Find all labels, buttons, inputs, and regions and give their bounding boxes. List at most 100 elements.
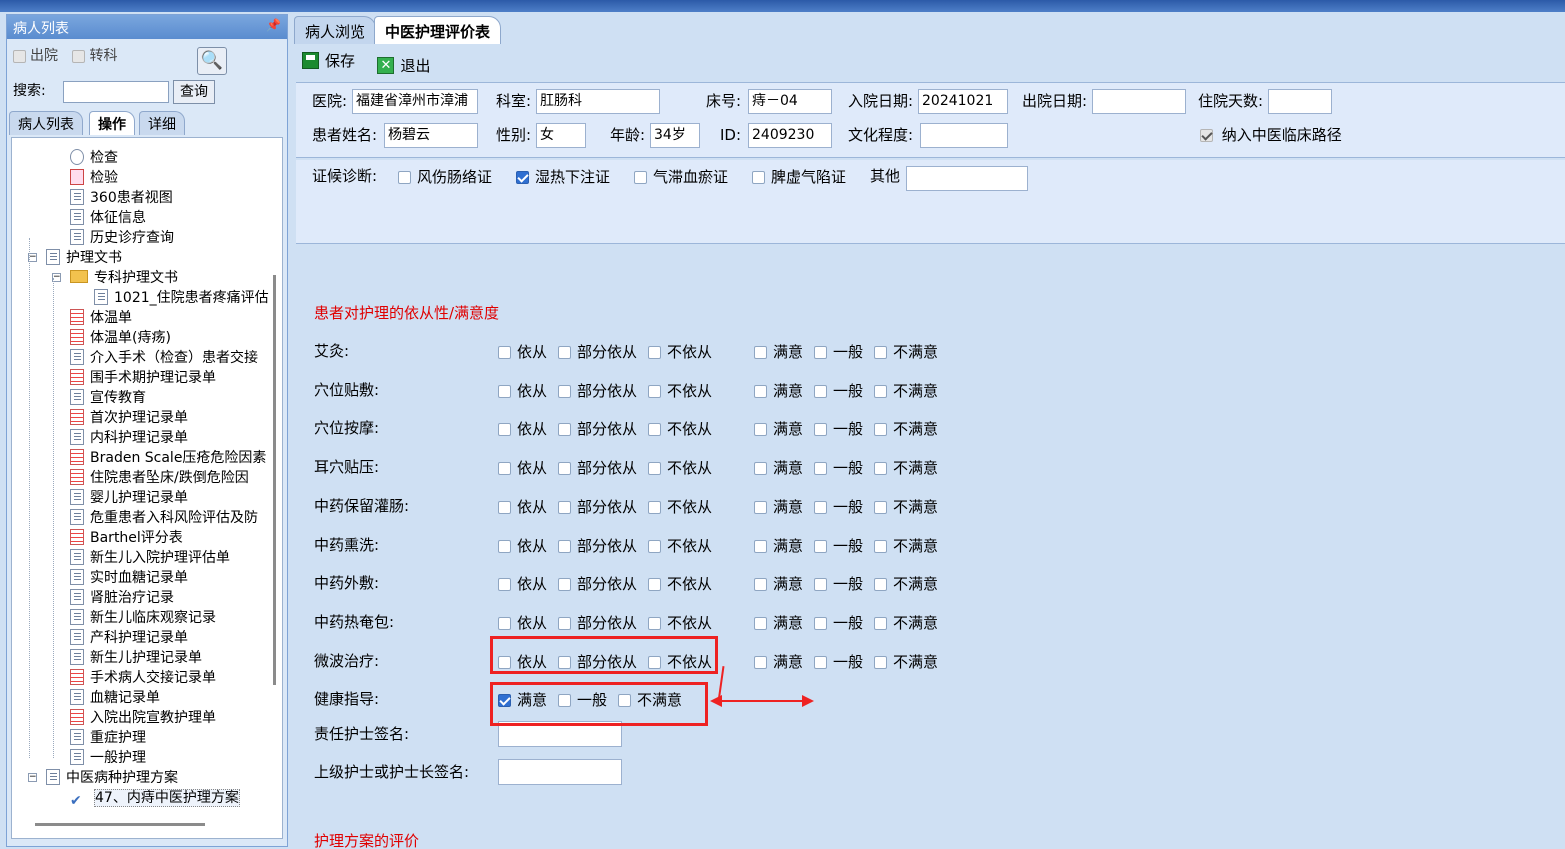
- discharged-checkbox[interactable]: [13, 49, 26, 63]
- compliance-option[interactable]: 依从: [498, 496, 547, 518]
- compliance-checkbox[interactable]: [558, 462, 571, 476]
- senior-signature-field[interactable]: [498, 759, 622, 785]
- satisfaction-option[interactable]: 满意: [754, 535, 803, 557]
- compliance-option[interactable]: 部分依从: [558, 380, 637, 402]
- satisfaction-checkbox[interactable]: [874, 462, 887, 476]
- tree-item[interactable]: 护理文书: [46, 248, 122, 268]
- satisfaction-option[interactable]: 不满意: [874, 651, 938, 673]
- compliance-checkbox[interactable]: [498, 578, 511, 592]
- satisfaction-option[interactable]: 不满意: [874, 535, 938, 557]
- compliance-checkbox[interactable]: [648, 616, 661, 630]
- diag-checkbox[interactable]: [634, 171, 647, 184]
- satisfaction-option[interactable]: 不满意: [874, 496, 938, 518]
- satisfaction-option[interactable]: 一般: [814, 496, 863, 518]
- satisfaction-option[interactable]: 一般: [814, 535, 863, 557]
- satisfaction-checkbox[interactable]: [814, 462, 827, 476]
- tree-item[interactable]: 首次护理记录单: [70, 408, 188, 428]
- satisfaction-option[interactable]: 一般: [814, 573, 863, 595]
- satisfaction-checkbox[interactable]: [754, 423, 767, 437]
- tree-item[interactable]: 宣传教育: [70, 388, 146, 408]
- compliance-checkbox[interactable]: [558, 384, 571, 398]
- compliance-checkbox[interactable]: [498, 462, 511, 476]
- tree-item[interactable]: 专科护理文书: [70, 268, 178, 288]
- satisfaction-option[interactable]: 不满意: [874, 573, 938, 595]
- satisfaction-checkbox[interactable]: [754, 616, 767, 630]
- hospital-field[interactable]: 福建省漳州市漳浦: [352, 89, 478, 114]
- satisfaction-option[interactable]: 不满意: [874, 612, 938, 634]
- admit-date-field[interactable]: 20241021: [918, 89, 1008, 114]
- satisfaction-checkbox[interactable]: [874, 346, 887, 359]
- compliance-checkbox[interactable]: [648, 346, 661, 359]
- satisfaction-checkbox[interactable]: [814, 578, 827, 592]
- tree-item[interactable]: 体征信息: [70, 208, 146, 228]
- satisfaction-option[interactable]: 满意: [754, 457, 803, 479]
- tree-item[interactable]: Braden Scale压疮危险因素: [70, 448, 266, 468]
- satisfaction-option[interactable]: 满意: [754, 341, 803, 363]
- tree-item[interactable]: 住院患者坠床/跌倒危险因: [70, 468, 249, 488]
- satisfaction-checkbox[interactable]: [874, 578, 887, 592]
- tree-item[interactable]: 手术病人交接记录单: [70, 668, 216, 688]
- compliance-option[interactable]: 部分依从: [558, 341, 637, 363]
- bed-field[interactable]: 痔－04: [748, 89, 832, 114]
- diag-option-1[interactable]: 湿热下注证: [516, 166, 610, 188]
- satisfaction-checkbox[interactable]: [814, 423, 827, 437]
- tree-item[interactable]: 中医病种护理方案: [46, 768, 178, 788]
- compliance-option[interactable]: 不依从: [648, 457, 712, 479]
- tree-item[interactable]: 危重患者入科风险评估及防: [70, 508, 258, 528]
- compliance-option[interactable]: 不依从: [648, 341, 712, 363]
- tree-item[interactable]: ✔ 47、内痔中医护理方案: [70, 788, 240, 809]
- tree-item[interactable]: 1021_住院患者疼痛评估: [94, 288, 269, 308]
- satisfaction-option[interactable]: 满意: [754, 651, 803, 673]
- tree-vertical-scrollbar[interactable]: [273, 275, 276, 685]
- diag-checkbox[interactable]: [398, 171, 411, 184]
- satisfaction-option[interactable]: 不满意: [874, 341, 938, 363]
- satisfaction-checkbox[interactable]: [874, 384, 887, 398]
- satisfaction-checkbox[interactable]: [754, 346, 767, 359]
- satisfaction-checkbox[interactable]: [874, 616, 887, 630]
- tree-item[interactable]: 婴儿护理记录单: [70, 488, 188, 508]
- compliance-option[interactable]: 依从: [498, 457, 547, 479]
- search-magnifier-button[interactable]: 🔍: [197, 47, 227, 75]
- compliance-checkbox[interactable]: [558, 500, 571, 514]
- save-button[interactable]: 保存: [302, 50, 355, 71]
- satisfaction-checkbox[interactable]: [814, 346, 827, 359]
- age-field[interactable]: 34岁: [650, 123, 700, 148]
- compliance-checkbox[interactable]: [558, 578, 571, 592]
- satisfaction-option[interactable]: 一般: [814, 651, 863, 673]
- diag-checkbox[interactable]: [516, 171, 529, 184]
- compliance-checkbox[interactable]: [648, 500, 661, 514]
- compliance-checkbox[interactable]: [498, 539, 511, 553]
- satisfaction-checkbox[interactable]: [814, 655, 827, 669]
- compliance-option[interactable]: 依从: [498, 612, 547, 634]
- transfer-checkbox[interactable]: [72, 49, 86, 63]
- compliance-option[interactable]: 部分依从: [558, 457, 637, 479]
- compliance-checkbox[interactable]: [498, 384, 511, 398]
- tree-item[interactable]: 一般护理: [70, 748, 146, 768]
- satisfaction-checkbox[interactable]: [754, 384, 767, 398]
- satisfaction-option[interactable]: 一般: [814, 341, 863, 363]
- tab-tcm-nursing-eval[interactable]: 中医护理评价表: [374, 16, 502, 44]
- compliance-option[interactable]: 不依从: [648, 380, 712, 402]
- diag-option-0[interactable]: 风伤肠络证: [398, 166, 492, 188]
- diag-checkbox[interactable]: [752, 171, 765, 184]
- exit-button[interactable]: ✕ 退出: [377, 55, 430, 76]
- satisfaction-checkbox[interactable]: [874, 539, 887, 553]
- compliance-option[interactable]: 不依从: [648, 496, 712, 518]
- compliance-checkbox[interactable]: [498, 616, 511, 630]
- transfer-filter[interactable]: 转科: [72, 48, 117, 64]
- compliance-checkbox[interactable]: [648, 539, 661, 553]
- discharged-filter[interactable]: 出院: [13, 48, 58, 64]
- tree-item[interactable]: Barthel评分表: [70, 528, 183, 548]
- satisfaction-checkbox[interactable]: [754, 539, 767, 553]
- dept-field[interactable]: 肛肠科: [536, 89, 660, 114]
- compliance-option[interactable]: 部分依从: [558, 573, 637, 595]
- satisfaction-option[interactable]: 满意: [754, 380, 803, 402]
- tree-item[interactable]: 入院出院宣教护理单: [70, 708, 216, 728]
- tree-item[interactable]: 血糖记录单: [70, 688, 160, 708]
- satisfaction-checkbox[interactable]: [814, 539, 827, 553]
- satisfaction-option[interactable]: 一般: [814, 380, 863, 402]
- compliance-checkbox[interactable]: [648, 423, 661, 437]
- compliance-option[interactable]: 不依从: [648, 573, 712, 595]
- compliance-option[interactable]: 依从: [498, 535, 547, 557]
- education-field[interactable]: [920, 123, 1008, 148]
